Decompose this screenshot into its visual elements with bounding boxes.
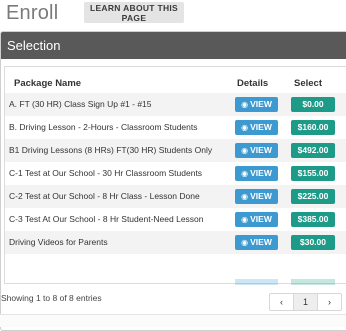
eye-icon: ◉ — [241, 169, 249, 178]
view-button[interactable]: ◉ VIEW — [235, 166, 278, 181]
table-row: B. Driving Lesson - 2-Hours - Classroom … — [5, 116, 346, 139]
select-price-button[interactable]: $155.00 — [291, 166, 335, 181]
page-title: Enroll — [6, 2, 59, 24]
eye-icon: ◉ — [241, 146, 249, 155]
page-1-button[interactable]: 1 — [294, 294, 317, 310]
table-row: C-2 Test at Our School - 8 Hr Class - Le… — [5, 185, 346, 208]
view-button[interactable]: ◉ VIEW — [235, 235, 278, 250]
packages-table: Package Name Details Select A. FT (30 HR… — [4, 66, 346, 285]
table-row: Driving Videos for Parents ◉ VIEW $30.00 — [5, 231, 346, 254]
next-page-button[interactable]: › — [317, 294, 341, 310]
table-row-partial — [5, 279, 346, 285]
table-row: B1 Driving Lessons (8 HRs) FT(30 HR) Stu… — [5, 139, 346, 162]
view-button[interactable]: ◉ VIEW — [235, 120, 278, 135]
view-button[interactable]: ◉ VIEW — [235, 189, 278, 204]
select-price-button[interactable]: $0.00 — [291, 97, 335, 112]
select-price-button[interactable]: $30.00 — [291, 235, 335, 250]
view-button[interactable]: ◉ VIEW — [235, 143, 278, 158]
eye-icon: ◉ — [241, 100, 249, 109]
select-price-button[interactable]: $492.00 — [291, 143, 335, 158]
header-details: Details — [237, 78, 269, 89]
package-name: Driving Videos for Parents — [9, 237, 108, 247]
page-header: Enroll LEARN ABOUT THIS PAGE — [0, 0, 346, 28]
header-package-name: Package Name — [14, 78, 82, 89]
select-price-button[interactable]: $160.00 — [291, 120, 335, 135]
table-header: Package Name Details Select — [5, 67, 346, 93]
view-button[interactable]: ◉ VIEW — [235, 97, 278, 112]
panel-title: Selection — [1, 32, 346, 59]
panel-bottom-edge — [0, 314, 346, 327]
package-name: A. FT (30 HR) Class Sign Up #1 - #15 — [9, 99, 152, 109]
package-name: B. Driving Lesson - 2-Hours - Classroom … — [9, 122, 198, 132]
header-select: Select — [294, 78, 322, 89]
previous-page-button[interactable]: ‹ — [270, 294, 294, 310]
select-price-button-partial[interactable] — [291, 279, 335, 285]
selection-panel: Selection Package Name Details Select A.… — [0, 31, 346, 331]
select-price-button[interactable]: $225.00 — [291, 189, 335, 204]
view-button[interactable]: ◉ VIEW — [235, 212, 278, 227]
package-name: C-2 Test at Our School - 8 Hr Class - Le… — [9, 191, 200, 201]
package-name: B1 Driving Lessons (8 HRs) FT(30 HR) Stu… — [9, 145, 213, 155]
view-button-partial[interactable] — [235, 279, 278, 285]
package-name: C-3 Test At Our School - 8 Hr Student-Ne… — [9, 214, 204, 224]
select-price-button[interactable]: $385.00 — [291, 212, 335, 227]
entries-info: Showing 1 to 8 of 8 entries — [1, 293, 102, 303]
pagination: ‹ 1 › — [269, 293, 342, 311]
eye-icon: ◉ — [241, 238, 249, 247]
table-row: C-3 Test At Our School - 8 Hr Student-Ne… — [5, 208, 346, 231]
table-row: A. FT (30 HR) Class Sign Up #1 - #15 ◉ VI… — [5, 93, 346, 116]
eye-icon: ◉ — [241, 123, 249, 132]
table-row: C-1 Test at Our School - 30 Hr Classroom… — [5, 162, 346, 185]
eye-icon: ◉ — [241, 215, 249, 224]
package-name: C-1 Test at Our School - 30 Hr Classroom… — [9, 168, 203, 178]
learn-about-page-button[interactable]: LEARN ABOUT THIS PAGE — [84, 2, 184, 23]
eye-icon: ◉ — [241, 192, 249, 201]
